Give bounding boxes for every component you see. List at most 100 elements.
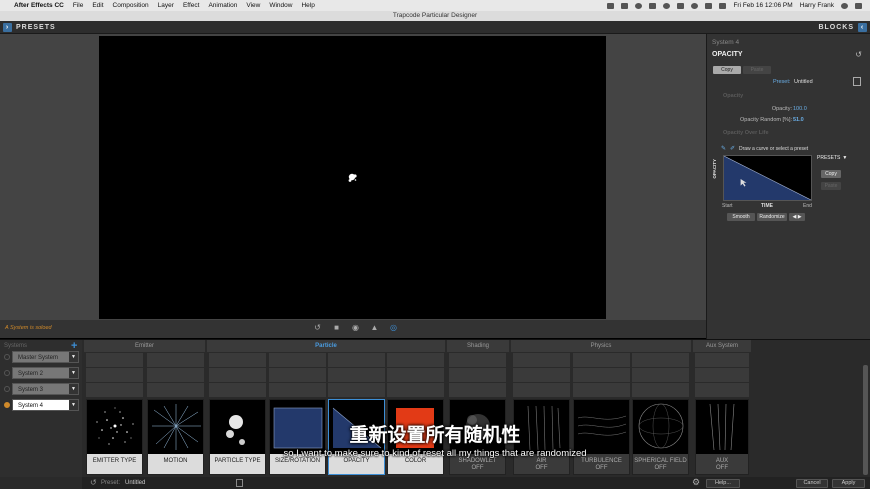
dropdown-icon[interactable]: ▼ xyxy=(69,368,78,378)
save-preset-icon[interactable] xyxy=(853,77,861,86)
chevron-left-icon: ‹ xyxy=(858,23,867,32)
system-name: System 2 xyxy=(18,371,44,377)
status-icon[interactable] xyxy=(635,2,643,9)
solo-icon[interactable]: ◉ xyxy=(350,323,361,332)
reset-icon[interactable]: ↺ xyxy=(855,50,862,59)
opacity-curve-graph[interactable] xyxy=(723,155,812,201)
system-name: System 4 xyxy=(18,403,44,409)
dropdown-icon[interactable]: ▼ xyxy=(69,384,78,394)
footer-bar: ↺ Preset: Untitled ⚙ Help... Cancel Appl… xyxy=(82,477,870,489)
menubar-clock[interactable]: Fri Feb 16 12:06 PM xyxy=(733,2,792,9)
particle-type-subblocks xyxy=(209,353,266,398)
preset-label: Preset: xyxy=(773,79,791,85)
solo-toggle-icon[interactable] xyxy=(4,386,10,392)
menu-help[interactable]: Help xyxy=(301,2,314,9)
solo-toggle-icon[interactable] xyxy=(4,370,10,376)
status-icon[interactable] xyxy=(649,2,657,9)
section-opacity-over-life: Opacity Over Life xyxy=(723,130,769,136)
menu-effect[interactable]: Effect xyxy=(183,2,200,9)
paste-button[interactable]: Paste xyxy=(743,66,771,74)
tile-state: OFF xyxy=(535,465,548,471)
section-opacity: Opacity xyxy=(723,93,744,99)
system-row-4[interactable]: System 4 ▼ xyxy=(4,399,79,411)
window-title: Trapcode Particular Designer xyxy=(0,11,870,21)
emitter-subblocks xyxy=(86,353,143,398)
curve-presets-dropdown[interactable]: PRESETS ▼ xyxy=(817,155,847,161)
blocks-label: BLOCKS xyxy=(818,24,854,31)
blocks-toggle[interactable]: BLOCKS ‹ xyxy=(818,23,867,32)
solo-toggle-icon[interactable] xyxy=(4,402,10,408)
menu-view[interactable]: View xyxy=(246,2,260,9)
caret-down-icon: ▼ xyxy=(842,155,848,161)
solo-toggle-icon[interactable] xyxy=(4,354,10,360)
eye-icon[interactable]: ◎ xyxy=(388,323,399,332)
designer-header: › PRESETS BLOCKS ‹ xyxy=(0,21,870,34)
status-icon[interactable] xyxy=(677,2,685,9)
spherical-subblocks xyxy=(632,353,689,398)
tile-state: OFF xyxy=(654,465,667,471)
apply-button[interactable]: Apply xyxy=(832,479,865,488)
status-icon[interactable] xyxy=(621,2,629,9)
tile-state: OFF xyxy=(716,465,728,471)
copy-button[interactable]: Copy xyxy=(713,66,741,74)
menu-animation[interactable]: Animation xyxy=(208,2,237,9)
cancel-button[interactable]: Cancel xyxy=(796,479,828,488)
opacity-random-value[interactable]: 51.0 xyxy=(793,117,804,123)
category-particle[interactable]: Particle xyxy=(207,340,445,352)
block-title: OPACITY xyxy=(712,51,743,58)
battery-icon[interactable] xyxy=(719,2,727,9)
graph-time-label: TIME xyxy=(761,203,773,209)
search-icon[interactable] xyxy=(841,2,848,9)
category-physics[interactable]: Physics xyxy=(511,340,691,352)
systems-header: Systems xyxy=(4,343,28,349)
help-button[interactable]: Help... xyxy=(706,479,740,488)
volume-icon[interactable] xyxy=(705,2,713,9)
pencil-icon[interactable]: ✎ xyxy=(721,146,727,152)
curve-presets-label: PRESETS xyxy=(817,155,841,161)
reset-view-icon[interactable]: ↺ xyxy=(312,323,323,332)
smooth-button[interactable]: Smooth xyxy=(727,213,755,221)
subtitle-english: so I want to make sure to kind of reset … xyxy=(283,448,587,459)
grid-floor-icon[interactable]: ▲ xyxy=(369,323,380,332)
category-emitter[interactable]: Emitter xyxy=(84,340,205,352)
opacity-value[interactable]: 100.0 xyxy=(793,106,807,112)
save-preset-icon[interactable] xyxy=(236,479,243,487)
gear-icon[interactable]: ⚙ xyxy=(692,477,700,488)
particle-preview xyxy=(348,173,357,182)
tile-state: OFF xyxy=(595,465,608,471)
graph-copy-button[interactable]: Copy xyxy=(821,170,841,178)
menu-app[interactable]: After Effects CC xyxy=(14,2,64,9)
viewer-toolbar: ↺ ■ ◉ ▲ ◎ xyxy=(312,323,399,332)
size-subblocks xyxy=(269,353,326,398)
system-row-2[interactable]: System 2 ▼ xyxy=(4,367,79,379)
menu-edit[interactable]: Edit xyxy=(92,2,103,9)
motion-subblocks xyxy=(147,353,204,398)
category-shading[interactable]: Shading xyxy=(447,340,509,352)
category-aux-system[interactable]: Aux System xyxy=(693,340,751,352)
line-tool-icon[interactable]: ✐ xyxy=(730,146,736,152)
dropdown-icon[interactable]: ▼ xyxy=(69,352,78,362)
list-icon[interactable] xyxy=(855,2,862,9)
opacity-subblocks xyxy=(328,353,385,398)
randomize-button[interactable]: Randomize xyxy=(757,213,787,221)
system-menubar: After Effects CC File Edit Composition L… xyxy=(0,0,870,11)
wifi-icon[interactable] xyxy=(691,2,699,9)
menu-window[interactable]: Window xyxy=(269,2,292,9)
graph-paste-button[interactable]: Paste xyxy=(821,182,841,190)
menubar-user[interactable]: Harry Frank xyxy=(800,2,834,9)
menu-file[interactable]: File xyxy=(73,2,83,9)
opacity-random-label: Opacity Random [%]: xyxy=(740,117,792,123)
undo-icon[interactable]: ↺ xyxy=(90,478,97,487)
system-row-master[interactable]: Master System ▼ xyxy=(4,351,79,363)
preset-value: Untitled xyxy=(794,79,813,85)
system-row-3[interactable]: System 3 ▼ xyxy=(4,383,79,395)
presets-toggle[interactable]: › PRESETS xyxy=(3,23,56,32)
status-icon[interactable] xyxy=(607,2,615,9)
camera-icon[interactable]: ■ xyxy=(331,323,342,332)
flip-button[interactable]: ◀ ▶ xyxy=(789,213,805,221)
dropdown-icon[interactable]: ▼ xyxy=(69,400,78,410)
menu-layer[interactable]: Layer xyxy=(158,2,174,9)
menu-composition[interactable]: Composition xyxy=(113,2,149,9)
footer-preset-label: Preset: xyxy=(101,480,121,486)
status-icon[interactable] xyxy=(663,2,671,9)
